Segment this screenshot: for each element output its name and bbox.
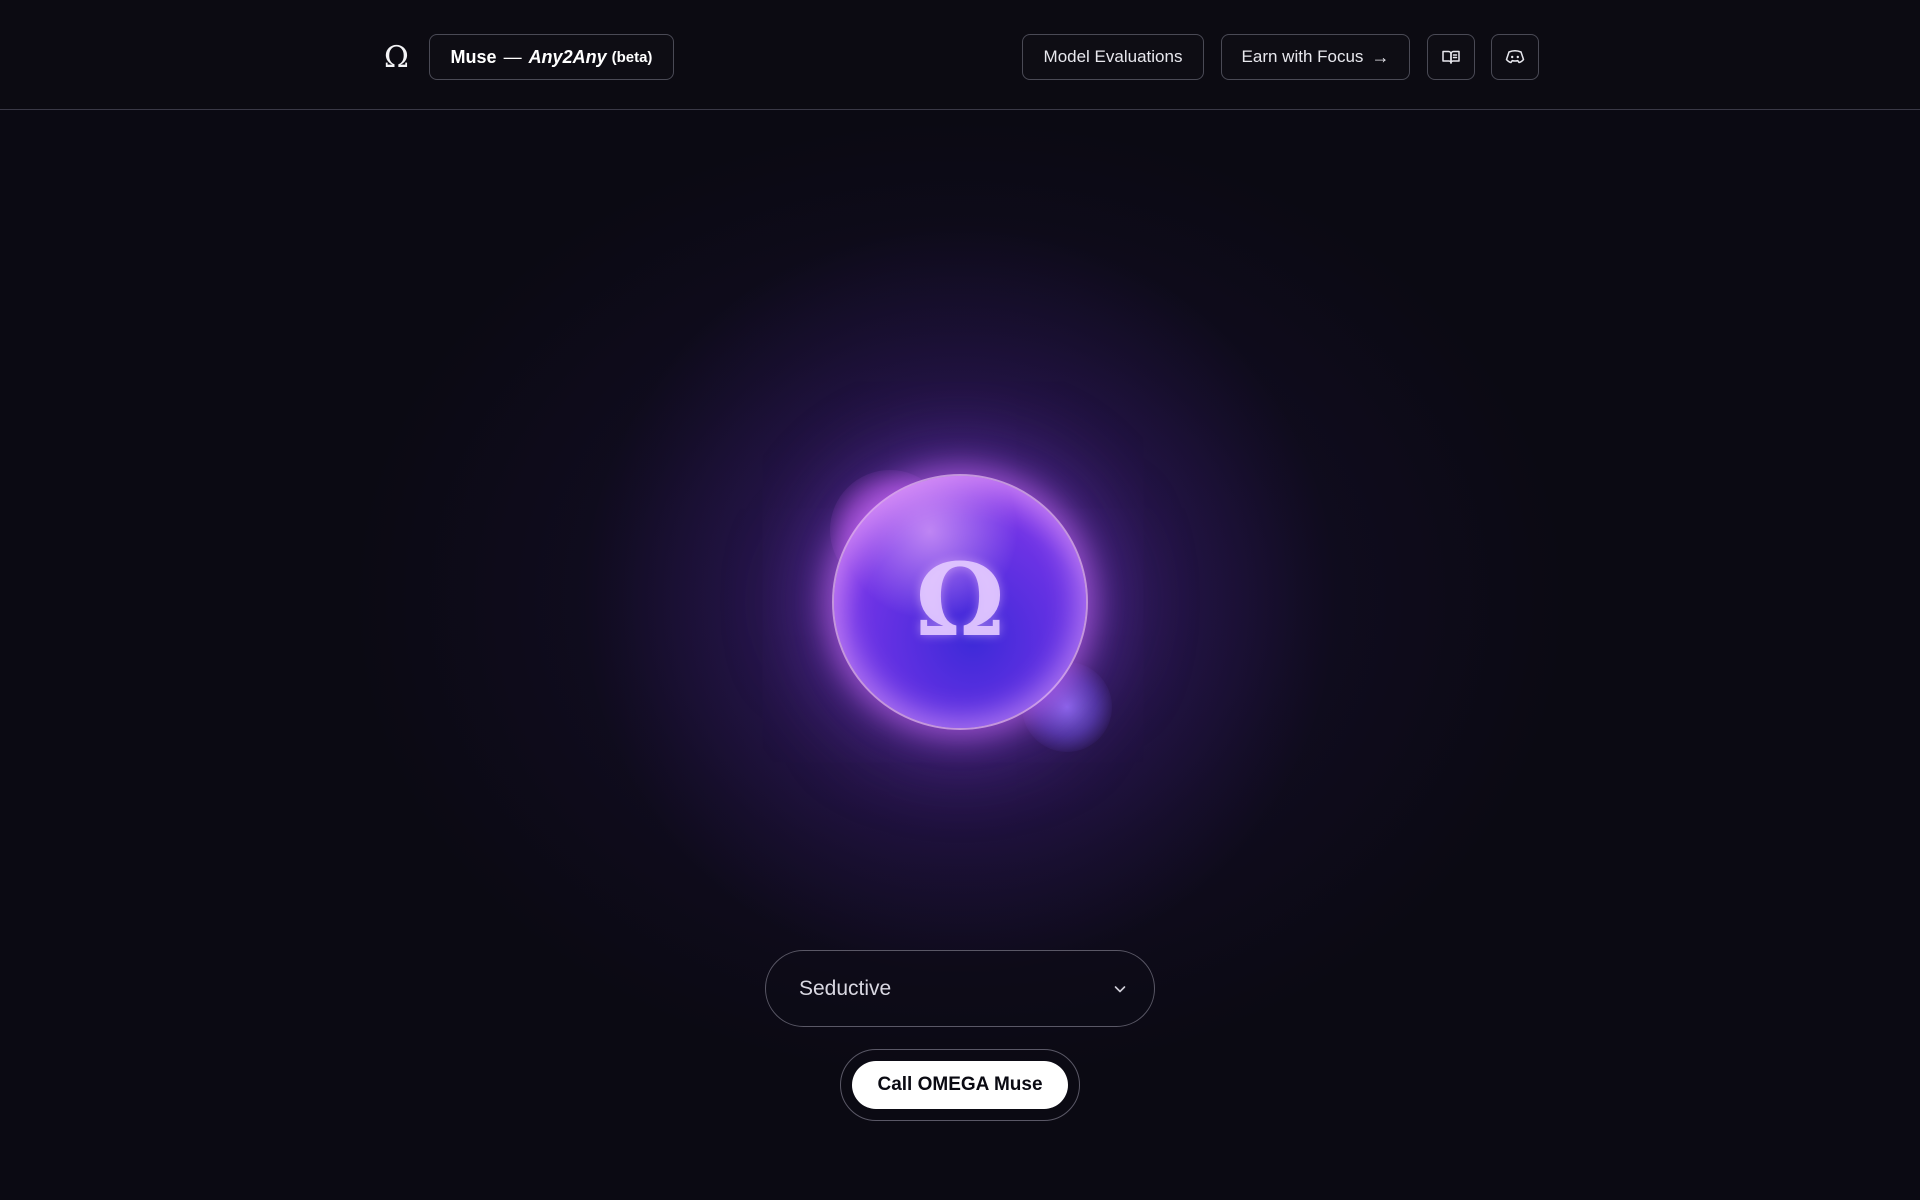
top-nav-bar: Ω Muse — Any2Any (beta) Model Evaluation…: [0, 0, 1920, 110]
omega-logo-icon[interactable]: Ω: [384, 38, 409, 78]
docs-button[interactable]: [1427, 34, 1475, 80]
product-name-badge[interactable]: Muse — Any2Any (beta): [429, 34, 674, 80]
call-omega-muse-button[interactable]: Call OMEGA Muse: [852, 1061, 1068, 1109]
omega-symbol-icon: Ω: [915, 541, 1005, 659]
model-evaluations-label: Model Evaluations: [1043, 47, 1183, 66]
page: Ω Muse — Any2Any (beta) Model Evaluation…: [0, 0, 1920, 1200]
brand-variant: Any2Any: [528, 46, 607, 67]
omega-orb[interactable]: Ω: [834, 476, 1086, 728]
voice-style-select[interactable]: Seductive: [765, 950, 1155, 1027]
earn-with-focus-label: Earn with Focus: [1241, 47, 1364, 66]
arrow-right-icon: →: [1371, 46, 1390, 67]
call-button-ring: Call OMEGA Muse: [840, 1049, 1080, 1121]
earn-with-focus-button[interactable]: Earn with Focus →: [1221, 34, 1410, 80]
model-evaluations-button[interactable]: Model Evaluations: [1022, 34, 1204, 80]
brand-separator: —: [503, 46, 522, 67]
discord-button[interactable]: [1491, 34, 1539, 80]
chevron-down-icon: [1114, 985, 1126, 992]
beta-badge: (beta): [611, 48, 653, 66]
book-open-icon: [1442, 50, 1460, 64]
discord-icon: [1505, 50, 1525, 64]
voice-style-value: Seductive: [799, 976, 892, 1000]
brand-name: Muse: [450, 46, 497, 67]
